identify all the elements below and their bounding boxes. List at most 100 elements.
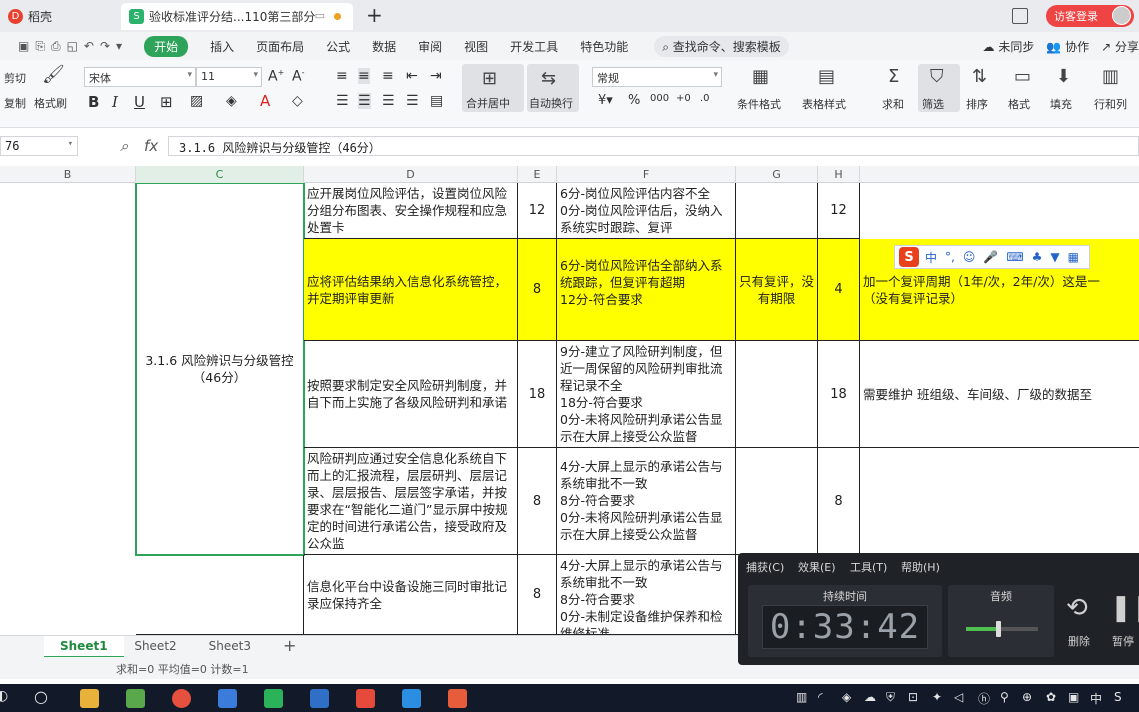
file-explorer-icon[interactable] [80, 689, 99, 708]
bold-icon[interactable]: B [88, 93, 99, 111]
format-icon[interactable]: ▭ [1014, 66, 1031, 87]
tab-page-layout[interactable]: 页面布局 [256, 38, 304, 55]
paw-icon[interactable]: ✿ [1046, 690, 1056, 704]
delete-recording-icon[interactable]: ⟲ [1066, 593, 1088, 623]
cell-c-next[interactable] [136, 555, 304, 635]
cortana-search-icon[interactable]: ○ [34, 687, 48, 706]
recorder-menu-tools[interactable]: 工具(T) [850, 559, 887, 575]
align-middle-icon[interactable]: ≡ [358, 68, 370, 84]
cell-g-row4[interactable] [736, 448, 818, 555]
cell-d-row2[interactable]: 应将评估结果纳入信息化系统管控，并定期评审更新 [304, 239, 518, 341]
wps-icon[interactable] [448, 689, 467, 708]
ime-keyboard-icon[interactable]: ⌨ [1006, 250, 1023, 264]
cell-g-row2[interactable]: 只有复评，没有期限 [736, 239, 818, 341]
row-col-button[interactable]: 行和列 [1094, 96, 1127, 112]
search-tray-icon[interactable]: ⚲ [1000, 690, 1009, 704]
name-box[interactable]: 76 [0, 136, 78, 156]
photos-icon[interactable] [310, 689, 329, 708]
cell-e-row3[interactable]: 18 [518, 341, 557, 448]
collaborate-button[interactable]: 👥 协作 [1046, 38, 1089, 55]
ime-chinese-mode[interactable]: 中 [925, 249, 937, 266]
formula-input[interactable]: 3.1.6 风险辨识与分级管控（46分） [168, 136, 1139, 156]
sort-button[interactable]: 排序 [966, 96, 988, 112]
cell-d-row5[interactable]: 信息化平台中设备设施三同时审批记录应保持齐全 [304, 555, 518, 635]
volume-icon[interactable]: ◁ [954, 690, 963, 704]
fx-icon[interactable]: fx [144, 137, 158, 155]
cell-h-row2[interactable]: 4 [818, 239, 860, 341]
row-col-icon[interactable]: ▥ [1102, 66, 1119, 87]
fill-icon[interactable]: ⬇ [1056, 66, 1071, 87]
wps-writer-icon[interactable] [218, 689, 237, 708]
font-color-icon[interactable]: A [260, 92, 270, 110]
recorder-menu-help[interactable]: 帮助(H) [901, 559, 940, 575]
new-tab-icon[interactable]: + [366, 3, 383, 27]
tab-special-features[interactable]: 特色功能 [580, 38, 628, 55]
conditional-format-button[interactable]: 条件格式 [737, 96, 781, 112]
tab-minimize-icon[interactable]: ▭ [315, 9, 325, 22]
ime-emoji-icon[interactable]: ☺ [963, 250, 976, 264]
app-tab-daoke[interactable]: D 稻壳 [0, 3, 118, 30]
cell-f-row2[interactable]: 6分-岗位风险评估全部纳入系统跟踪，但复评有超期 12分-符合要求 [557, 239, 736, 341]
undo-icon[interactable]: ↶ [84, 39, 94, 53]
format-painter-button[interactable]: 格式刷 [34, 95, 67, 111]
distributed-icon[interactable]: ▤ [430, 93, 443, 109]
maps-icon[interactable] [402, 689, 421, 708]
border-icon[interactable]: ⊞ [160, 93, 173, 111]
recorder-menu-capture[interactable]: 捕获(C) [746, 559, 784, 575]
ime-language-indicator[interactable]: 中 [1090, 690, 1102, 707]
filter-button[interactable]: ⛉ 筛选 [918, 64, 960, 112]
align-bottom-icon[interactable]: ≡ [382, 68, 394, 84]
recorder-app-icon[interactable] [356, 689, 375, 708]
thousands-icon[interactable]: 000 [650, 93, 669, 104]
cell-f-row5[interactable]: 4分-大屏上显示的承诺公告与系统审批不一致 8分-符合要求 0分-未制定设备维护… [557, 555, 736, 635]
cell-e-row5[interactable]: 8 [518, 555, 557, 635]
clear-icon[interactable]: ◇ [292, 93, 303, 109]
tab-start[interactable]: 开始 [144, 35, 189, 57]
chrome-icon[interactable] [172, 689, 191, 708]
increase-decimal-icon[interactable]: +0 [676, 93, 691, 104]
wifi-icon[interactable]: ◜ [818, 690, 823, 704]
table-style-icon[interactable]: ▤ [818, 66, 835, 87]
sheet-tab-2[interactable]: Sheet2 [118, 636, 192, 656]
currency-icon[interactable]: ¥▾ [598, 93, 613, 108]
tab-developer[interactable]: 开发工具 [510, 38, 558, 55]
column-header-i[interactable] [860, 166, 1139, 183]
cell-e-row2[interactable]: 8 [518, 239, 557, 341]
cell-d-row3[interactable]: 按照要求制定安全风险研判制度，并自下而上实施了各级风险研判和承诺 [304, 341, 518, 448]
audio-level-slider[interactable] [996, 621, 1001, 637]
fill-button[interactable]: 填充 [1050, 96, 1072, 112]
justify-icon[interactable]: ☰ [406, 93, 419, 109]
indent-decrease-icon[interactable]: ⇤ [406, 68, 418, 84]
cut-button[interactable]: 剪切 [4, 70, 26, 86]
column-header-e[interactable]: E [518, 166, 557, 183]
export-icon[interactable]: ⎘ [35, 39, 45, 54]
globe-icon[interactable]: ⊕ [1022, 690, 1032, 704]
tab-data[interactable]: 数据 [372, 38, 396, 55]
tab-insert[interactable]: 插入 [210, 38, 234, 55]
ime-skin-icon[interactable]: ▼ [1050, 250, 1059, 264]
cell-i-row3[interactable]: 需要维护 班组级、车间级、厂级的数据至 [860, 341, 1139, 448]
ime-user-icon[interactable]: ♣ [1032, 250, 1043, 264]
sogou-logo-icon[interactable]: S [899, 247, 919, 267]
cell-h-row1[interactable]: 12 [818, 183, 860, 239]
copy-button[interactable]: 复制 [4, 95, 26, 111]
underline-icon[interactable]: U [134, 93, 145, 111]
cell-h-row4[interactable]: 8 [818, 448, 860, 555]
sort-icon[interactable]: ⇅ [972, 66, 987, 87]
cell-g-row1[interactable] [736, 183, 818, 239]
cell-g-row3[interactable] [736, 341, 818, 448]
print-preview-icon[interactable]: ◱ [67, 39, 78, 53]
table-style-button[interactable]: 表格样式 [802, 96, 846, 112]
tab-review[interactable]: 审阅 [418, 38, 442, 55]
ime-toolbox-icon[interactable]: ▦ [1068, 250, 1079, 264]
format-painter-icon[interactable]: 🖌 [42, 64, 65, 85]
tray-settings-icon[interactable]: ✦ [932, 690, 942, 704]
cell-e-row1[interactable]: 12 [518, 183, 557, 239]
align-left-icon[interactable]: ☰ [336, 93, 349, 109]
pause-label[interactable]: 暂停 [1112, 633, 1134, 649]
cell-f-row1[interactable]: 6分-岗位风险评估内容不全 0分-岗位风险评估后，没纳入系统实时跟踪、复评 [557, 183, 736, 239]
delete-label[interactable]: 删除 [1068, 633, 1090, 649]
italic-icon[interactable]: I [112, 93, 118, 111]
cell-d-row4[interactable]: 风险研判应通过安全信息化系统自下而上的汇报流程，层层研判、层层记录、层层报告、层… [304, 448, 518, 555]
sogou-tray-icon[interactable]: S [1114, 690, 1122, 704]
